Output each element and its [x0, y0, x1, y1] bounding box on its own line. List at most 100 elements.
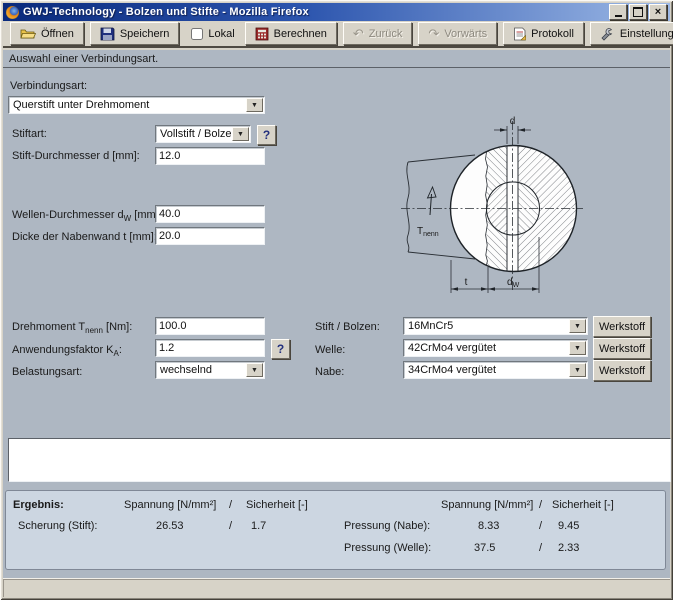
- wellen-durchmesser-label: Wellen-Durchmesser dW [mm]:: [12, 209, 162, 221]
- close-icon: ×: [655, 7, 661, 18]
- result-row-sep: /: [229, 520, 232, 532]
- stiftart-value: Vollstift / Bolzen: [160, 128, 238, 140]
- verbindungsart-select[interactable]: Querstift unter Drehmoment ▼: [8, 96, 265, 114]
- open-button[interactable]: Öffnen: [10, 22, 84, 45]
- connection-diagram: Tnenn d t dW: [395, 115, 595, 300]
- protocol-document-icon: [513, 27, 526, 41]
- results-panel: Ergebnis: Spannung [N/mm²] / Sicherheit …: [5, 490, 666, 570]
- status-bar: [3, 578, 670, 597]
- result-row-label: Pressung (Nabe):: [344, 520, 430, 532]
- results-header-sicherheit-right: Sicherheit [-]: [552, 499, 614, 511]
- results-title: Ergebnis:: [13, 499, 64, 511]
- results-header-spannung-left: Spannung [N/mm²]: [124, 499, 216, 511]
- nabenwand-input[interactable]: [155, 227, 265, 245]
- maximize-button[interactable]: [629, 4, 647, 20]
- protocol-button[interactable]: Protokoll: [503, 22, 584, 45]
- toolbar: Öffnen Speichern Lokal Berechnen ↶: [3, 21, 670, 48]
- result-row-sicherheit: 9.45: [558, 520, 579, 532]
- minimize-icon: [615, 15, 622, 17]
- window-title: GWJ-Technology - Bolzen und Stifte - Moz…: [23, 6, 609, 18]
- settings-button[interactable]: Einstellungen: [590, 22, 673, 45]
- minimize-button[interactable]: [609, 4, 627, 20]
- save-floppy-icon: [100, 27, 115, 41]
- anwendungsfaktor-input[interactable]: [155, 339, 265, 357]
- belastungsart-value: wechselnd: [160, 364, 212, 376]
- back-button[interactable]: ↶ Zurück: [343, 22, 413, 45]
- result-row-spannung: 37.5: [474, 542, 495, 554]
- dim-t-label: t: [465, 277, 468, 288]
- back-arrow-icon: ↶: [353, 27, 364, 40]
- break-line: [407, 162, 409, 252]
- calculator-icon: [255, 27, 269, 41]
- app-window: GWJ-Technology - Bolzen und Stifte - Moz…: [0, 0, 673, 600]
- drehmoment-label: Drehmoment Tnenn [Nm]:: [12, 321, 132, 333]
- results-header-sicherheit-left: Sicherheit [-]: [246, 499, 308, 511]
- firefox-icon: [6, 6, 19, 19]
- chevron-down-icon[interactable]: ▼: [246, 363, 263, 377]
- stift-bolzen-label: Stift / Bolzen:: [315, 321, 380, 333]
- result-row-sep: /: [539, 542, 542, 554]
- local-checkbox[interactable]: [191, 28, 203, 40]
- stift-durchmesser-label: Stift-Durchmesser d [mm]:: [12, 150, 140, 162]
- stift-bolzen-value: 16MnCr5: [408, 320, 453, 332]
- result-row-spannung: 26.53: [156, 520, 184, 532]
- verbindungsart-label: Verbindungsart:: [10, 80, 87, 92]
- chevron-down-icon[interactable]: ▼: [232, 127, 249, 141]
- welle-label: Welle:: [315, 344, 345, 356]
- belastungsart-label: Belastungsart:: [12, 366, 82, 378]
- nabe-select[interactable]: 34CrMo4 vergütet ▼: [403, 361, 588, 379]
- torque-label: Tnenn: [417, 226, 439, 238]
- drehmoment-input[interactable]: [155, 317, 265, 335]
- results-header-sep-right: /: [539, 499, 542, 511]
- open-folder-icon: [20, 27, 36, 40]
- welle-werkstoff-button[interactable]: Werkstoff: [593, 338, 651, 359]
- result-row-label: Pressung (Welle):: [344, 542, 431, 554]
- local-checkbox-label: Lokal: [208, 28, 234, 40]
- main-content: Auswahl einer Verbindungsart. Verbindung…: [3, 50, 670, 578]
- results-header-spannung-right: Spannung [N/mm²]: [441, 499, 533, 511]
- back-button-label: Zurück: [369, 28, 403, 40]
- result-row-sicherheit: 2.33: [558, 542, 579, 554]
- chevron-down-icon[interactable]: ▼: [569, 341, 586, 355]
- belastungsart-select[interactable]: wechselnd ▼: [155, 361, 265, 379]
- chevron-down-icon[interactable]: ▼: [569, 319, 586, 333]
- welle-select[interactable]: 42CrMo4 vergütet ▼: [403, 339, 588, 357]
- calculate-button-label: Berechnen: [274, 28, 327, 40]
- maximize-icon: [633, 7, 643, 17]
- titlebar: GWJ-Technology - Bolzen und Stifte - Moz…: [3, 3, 670, 21]
- calculate-button[interactable]: Berechnen: [245, 22, 337, 45]
- message-box: [8, 438, 671, 482]
- close-button[interactable]: ×: [649, 4, 667, 20]
- save-button[interactable]: Speichern: [90, 22, 180, 45]
- result-row-label: Scherung (Stift):: [18, 520, 97, 532]
- protocol-button-label: Protokoll: [531, 28, 574, 40]
- nabenwand-label: Dicke der Nabenwand t [mm]:: [12, 231, 157, 243]
- local-checkbox-group: Lokal: [191, 28, 234, 40]
- stift-bolzen-select[interactable]: 16MnCr5 ▼: [403, 317, 588, 335]
- forward-arrow-icon: ↷: [428, 27, 439, 40]
- welle-value: 42CrMo4 vergütet: [408, 342, 496, 354]
- chevron-down-icon[interactable]: ▼: [569, 363, 586, 377]
- results-header-sep-left: /: [229, 499, 232, 511]
- stift-werkstoff-button[interactable]: Werkstoff: [593, 316, 651, 337]
- stiftart-select[interactable]: Vollstift / Bolzen ▼: [155, 125, 251, 143]
- stiftart-help-button[interactable]: ?: [257, 125, 276, 145]
- result-row-sep: /: [539, 520, 542, 532]
- anwendungsfaktor-help-button[interactable]: ?: [271, 339, 290, 359]
- forward-button[interactable]: ↷ Vorwärts: [418, 22, 497, 45]
- settings-button-label: Einstellungen: [620, 28, 673, 40]
- save-button-label: Speichern: [120, 28, 170, 40]
- stiftart-label: Stiftart:: [12, 128, 47, 140]
- settings-tools-icon: [600, 27, 615, 41]
- result-row-sicherheit: 1.7: [251, 520, 266, 532]
- verbindungsart-value: Querstift unter Drehmoment: [13, 99, 149, 111]
- chevron-down-icon[interactable]: ▼: [246, 98, 263, 112]
- wellen-durchmesser-input[interactable]: [155, 205, 265, 223]
- forward-button-label: Vorwärts: [444, 28, 487, 40]
- nabe-label: Nabe:: [315, 366, 344, 378]
- open-button-label: Öffnen: [41, 28, 74, 40]
- nabe-value: 34CrMo4 vergütet: [408, 364, 496, 376]
- nabe-werkstoff-button[interactable]: Werkstoff: [593, 360, 651, 381]
- stift-durchmesser-input[interactable]: [155, 147, 265, 165]
- anwendungsfaktor-label: Anwendungsfaktor KA:: [12, 344, 122, 356]
